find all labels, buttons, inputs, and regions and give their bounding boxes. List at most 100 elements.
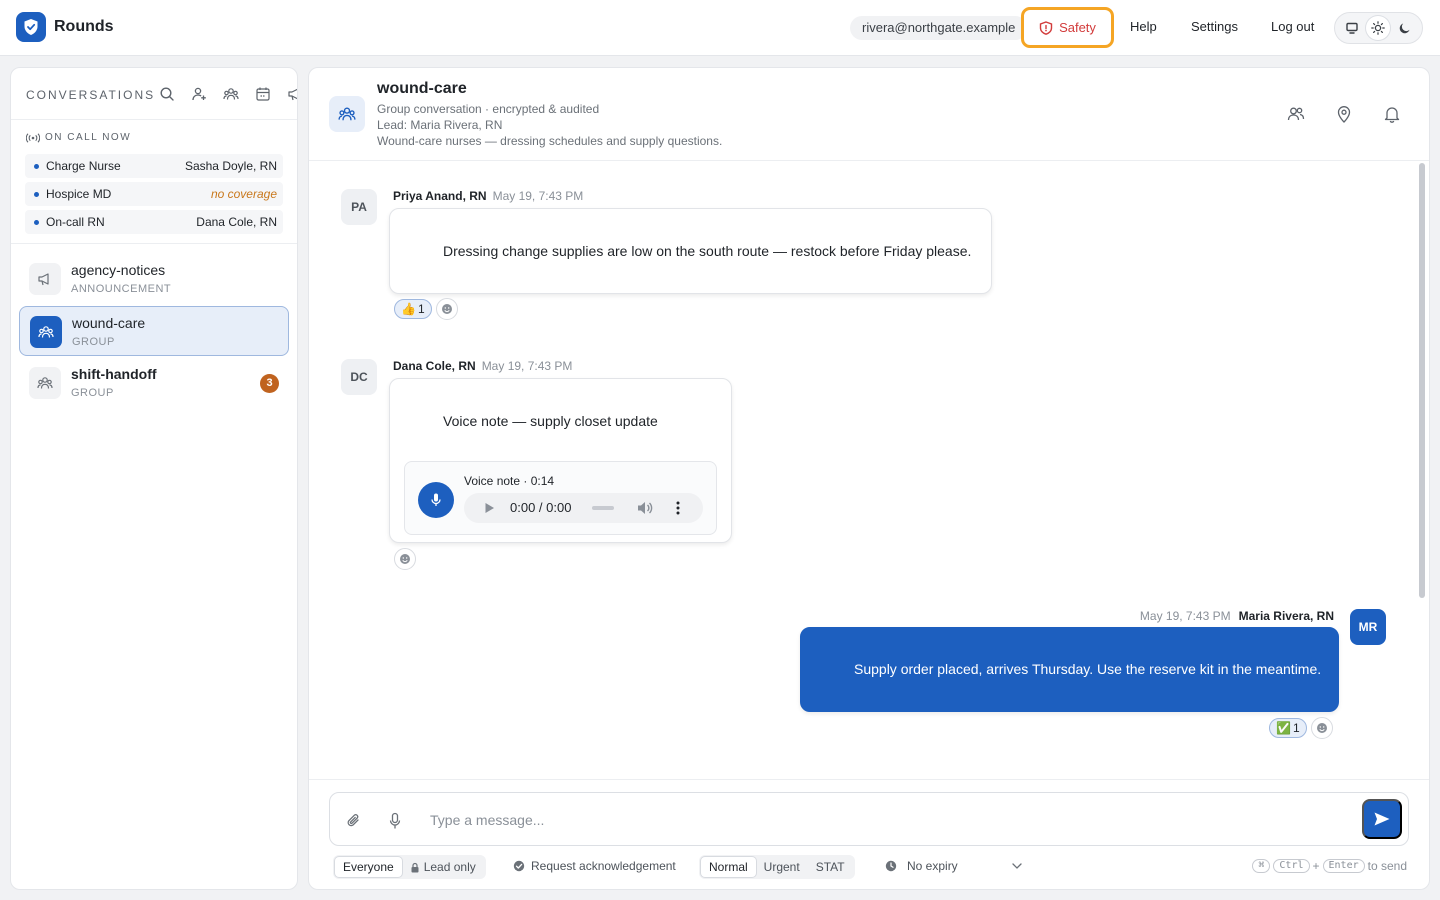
on-call-panel: ON CALL NOW Charge Nurse Sasha Doyle, RN… — [11, 120, 297, 244]
on-call-row: Charge Nurse Sasha Doyle, RN — [25, 154, 283, 178]
send-button[interactable] — [1362, 799, 1402, 839]
audio-player: 0:00 / 0:00 — [464, 493, 703, 523]
shield-alert-icon — [1039, 20, 1053, 35]
avatar: DC — [341, 359, 377, 395]
audio-time: 0:00 / 0:00 — [510, 500, 572, 515]
reaction-emoji: 👍 — [401, 302, 416, 316]
conversation-name: wound-care — [72, 315, 146, 331]
message-meta: Priya Anand, RN May 19, 7:43 PM — [393, 189, 583, 203]
conversation-name: shift-handoff — [71, 366, 157, 382]
theme-switcher — [1334, 12, 1423, 44]
add-person-icon[interactable] — [191, 86, 207, 102]
conversation-type: GROUP — [71, 387, 114, 399]
composer — [329, 792, 1409, 846]
microphone-icon[interactable] — [388, 812, 402, 830]
audience-lead-only-label: Lead only — [423, 860, 476, 874]
channel-description: Wound-care nurses — dressing schedules a… — [377, 134, 723, 148]
avatar: PA — [341, 189, 377, 225]
monitor-icon[interactable] — [1340, 16, 1364, 40]
sidebar-title: CONVERSATIONS — [26, 88, 156, 102]
add-reaction-icon[interactable] — [436, 298, 458, 320]
channel-title: wound-care — [377, 80, 467, 97]
settings-link[interactable]: Settings — [1191, 19, 1238, 34]
broadcast-icon — [26, 132, 40, 143]
channel-lead: Lead: Maria Rivera, RN — [377, 118, 503, 132]
microphone-icon — [418, 482, 454, 518]
search-icon[interactable] — [159, 86, 175, 102]
on-call-person: Dana Cole, RN — [196, 215, 277, 229]
group-icon — [30, 316, 62, 348]
reaction-count: 1 — [1292, 721, 1300, 735]
location-pin-icon[interactable] — [1334, 104, 1354, 124]
safety-label: Safety — [1059, 20, 1096, 35]
audience-lead-only[interactable]: Lead only — [402, 857, 484, 877]
message-author: Dana Cole, RN — [393, 359, 476, 373]
moon-icon[interactable] — [1393, 16, 1417, 40]
play-icon[interactable] — [484, 502, 495, 514]
paperclip-icon[interactable] — [346, 812, 362, 830]
priority-selector: Normal Urgent STAT — [699, 855, 855, 879]
voice-note-label: Voice note · 0:14 — [464, 474, 555, 488]
on-call-title-text: ON CALL NOW — [45, 132, 132, 143]
audience-selector: Everyone Lead only — [333, 855, 486, 879]
on-call-role: On-call RN — [46, 215, 105, 229]
brand[interactable]: Rounds — [16, 12, 114, 42]
request-ack-toggle[interactable]: Request acknowledgement — [513, 859, 676, 873]
priority-stat[interactable]: STAT — [808, 857, 853, 877]
audio-progress[interactable] — [592, 506, 614, 510]
conversation-name: agency-notices — [71, 262, 166, 278]
priority-normal[interactable]: Normal — [701, 857, 756, 877]
on-call-role: Hospice MD — [46, 187, 112, 201]
bell-icon[interactable] — [1382, 104, 1402, 124]
lock-icon — [411, 862, 419, 872]
expiry-select[interactable]: No expiry — [885, 859, 1022, 873]
help-link[interactable]: Help — [1130, 19, 1157, 34]
shortcut-plus: + — [1312, 859, 1320, 873]
conversation-panel: wound-care Group conversation · encrypte… — [308, 67, 1430, 890]
expiry-label: No expiry — [907, 859, 958, 873]
shortcut-suffix: to send — [1367, 859, 1407, 873]
on-call-person: Sasha Doyle, RN — [184, 159, 277, 173]
message-time: May 19, 7:43 PM — [1139, 609, 1231, 623]
top-bar: Rounds rivera@northgate.example Safety H… — [0, 0, 1440, 56]
audience-everyone[interactable]: Everyone — [335, 857, 402, 877]
conversation-agency-notices[interactable]: agency-notices ANNOUNCEMENT — [19, 254, 289, 304]
check-circle-icon — [513, 860, 525, 872]
scrollbar[interactable] — [1419, 163, 1425, 598]
add-reaction-icon[interactable] — [394, 548, 416, 570]
sidebar-header: CONVERSATIONS — [11, 68, 297, 120]
group-icon[interactable] — [223, 86, 239, 102]
reaction-chip[interactable]: ✅ 1 — [1269, 718, 1307, 738]
group-icon — [329, 96, 365, 132]
logout-link[interactable]: Log out — [1271, 19, 1314, 34]
members-icon[interactable] — [1286, 104, 1306, 124]
message-input[interactable] — [430, 807, 1330, 833]
reaction-emoji: ✅ — [1276, 721, 1291, 735]
clock-icon — [885, 860, 897, 872]
megaphone-icon[interactable] — [287, 86, 297, 102]
send-shortcut-hint: ⌘ Ctrl + Enter to send — [1252, 859, 1407, 873]
more-options-icon[interactable] — [675, 501, 681, 515]
message-bubble: Dressing change supplies are low on the … — [389, 208, 992, 294]
reaction-chip[interactable]: 👍 1 — [394, 299, 432, 319]
conversation-shift-handoff[interactable]: shift-handoff GROUP 3 — [19, 358, 289, 408]
reaction-count: 1 — [417, 302, 425, 316]
calendar-icon[interactable] — [255, 86, 271, 102]
on-call-row: Hospice MD no coverage — [25, 182, 283, 206]
sidebar: CONVERSATIONS ON CALL NOW Charge Nurse S… — [10, 67, 298, 890]
volume-icon[interactable] — [636, 500, 654, 516]
message-bubble: Supply order placed, arrives Thursday. U… — [800, 627, 1339, 712]
ctrl-key: Ctrl — [1273, 859, 1310, 873]
add-reaction-icon[interactable] — [1311, 717, 1333, 739]
message-time: May 19, 7:43 PM — [481, 359, 573, 373]
channel-header: wound-care Group conversation · encrypte… — [309, 68, 1429, 161]
safety-button[interactable]: Safety — [1021, 7, 1114, 48]
conversation-wound-care[interactable]: wound-care GROUP — [19, 306, 289, 356]
on-call-row: On-call RN Dana Cole, RN — [25, 210, 283, 234]
conversation-type: GROUP — [72, 336, 115, 348]
message-meta: Dana Cole, RN May 19, 7:43 PM — [393, 359, 572, 373]
sun-icon[interactable] — [1366, 16, 1391, 40]
message-meta: May 19, 7:43 PM Maria Rivera, RN — [1140, 609, 1334, 623]
priority-urgent[interactable]: Urgent — [756, 857, 808, 877]
message-author: Maria Rivera, RN — [1238, 609, 1334, 623]
